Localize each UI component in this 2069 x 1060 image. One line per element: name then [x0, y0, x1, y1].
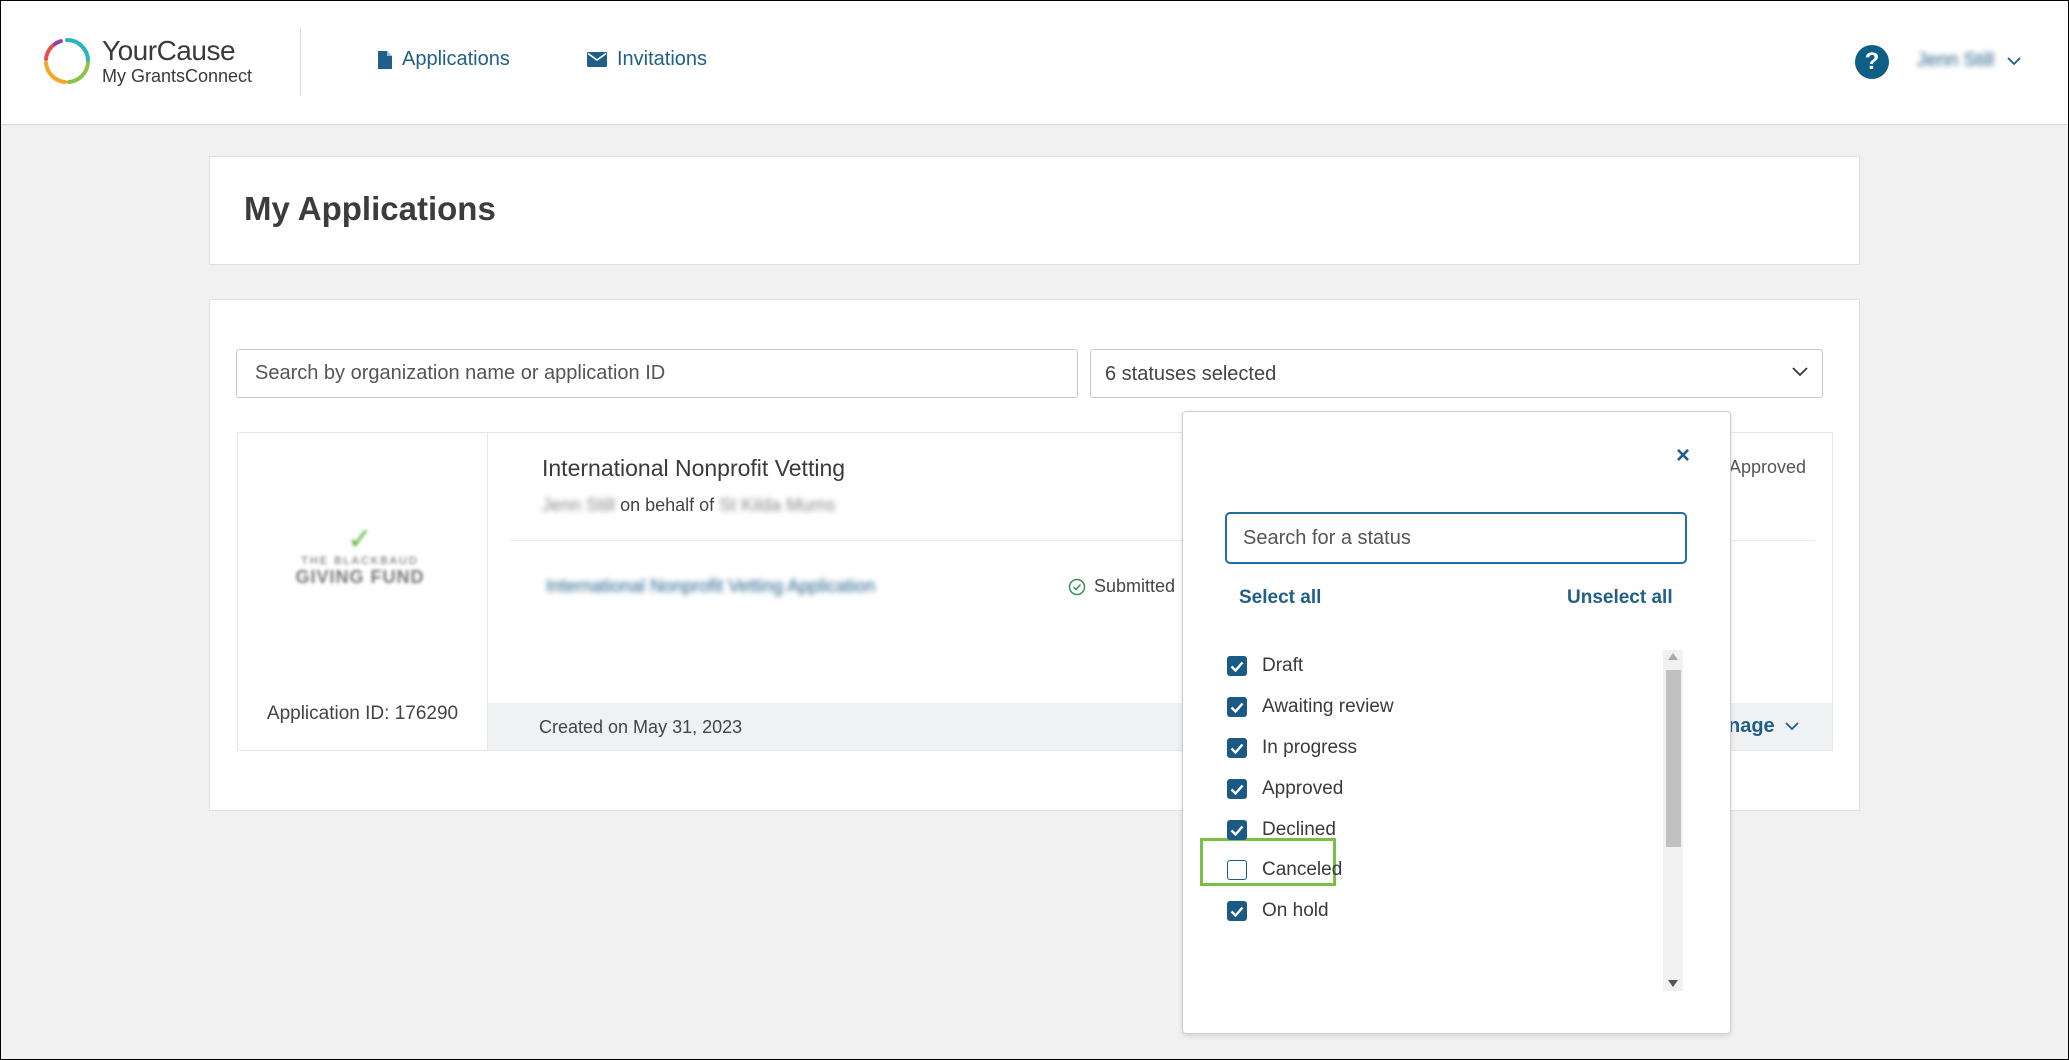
status-dropdown-panel: × Select all Unselect all Draft Awaiting… [1182, 411, 1731, 1034]
header-divider [300, 28, 301, 96]
application-id: Application ID: 176290 [266, 703, 459, 724]
application-status: Approved [1729, 457, 1807, 477]
chevron-down-icon[interactable] [2007, 57, 2021, 66]
select-all-button[interactable]: Select all [1239, 587, 1321, 609]
manage-menu-button[interactable]: nage [1728, 715, 1799, 738]
status-option-label: Canceled [1262, 859, 1343, 880]
page-title: My Applications [244, 190, 496, 227]
checkbox-checked[interactable] [1227, 779, 1247, 799]
checkmark-icon [1230, 661, 1244, 672]
program-title: International Nonprofit Vetting [542, 455, 846, 481]
created-date: Created on May 31, 2023 [539, 717, 743, 737]
status-filter-select[interactable]: 6 statuses selected [1090, 349, 1823, 398]
status-option-label: Declined [1262, 819, 1336, 840]
checkmark-icon [1230, 743, 1244, 754]
unselect-all-button[interactable]: Unselect all [1567, 587, 1673, 609]
status-option-declined[interactable]: Declined [1227, 819, 1336, 841]
chevron-down-icon [1792, 367, 1808, 377]
checkbox-checked[interactable] [1227, 820, 1247, 840]
help-icon[interactable]: ? [1855, 45, 1889, 79]
nav-invitations[interactable]: Invitations [587, 48, 707, 71]
yourcause-logo-icon [44, 38, 90, 84]
status-option-label: On hold [1262, 900, 1329, 921]
chevron-down-icon [1785, 722, 1799, 731]
applicant-line: Jenn Still on behalf of St Kilda Mums [542, 495, 835, 516]
status-option-awaiting-review[interactable]: Awaiting review [1227, 696, 1394, 718]
form-status: Submitted [1068, 576, 1175, 597]
manage-label: nage [1728, 715, 1775, 737]
status-option-label: Awaiting review [1262, 696, 1394, 717]
yourcause-logo[interactable]: YourCause My GrantsConnect [42, 36, 252, 86]
fund-logo-cell: ✓ THE BLACKBAUD GIVING FUND Application … [238, 433, 488, 750]
application-form-link[interactable]: International Nonprofit Vetting Applicat… [546, 576, 875, 597]
fund-logo-big-text: GIVING FUND [295, 567, 425, 587]
user-menu-name[interactable]: Jenn Still [1917, 50, 1994, 72]
status-option-label: Approved [1262, 778, 1344, 799]
scroll-up-arrow-icon[interactable] [1668, 653, 1678, 660]
status-list-scrollbar[interactable] [1663, 650, 1683, 991]
logo-subtitle: My GrantsConnect [102, 66, 253, 86]
applicant-name: Jenn Still [542, 495, 616, 515]
checkmark-icon: ✓ [347, 523, 373, 556]
nav-applications-label: Applications [402, 48, 510, 70]
checkmark-icon [1230, 784, 1244, 795]
organization-name: St Kilda Mums [719, 495, 836, 515]
status-option-on-hold[interactable]: On hold [1227, 900, 1329, 922]
giving-fund-logo: ✓ THE BLACKBAUD GIVING FUND [290, 525, 430, 588]
status-option-approved[interactable]: Approved [1227, 778, 1343, 800]
logo-title: YourCause [102, 35, 236, 66]
document-icon [378, 50, 392, 69]
checkbox-checked[interactable] [1227, 697, 1247, 717]
checkbox-checked[interactable] [1227, 738, 1247, 758]
status-option-label: In progress [1262, 737, 1358, 758]
checkmark-icon [1230, 825, 1244, 836]
status-option-in-progress[interactable]: In progress [1227, 737, 1357, 759]
checkbox-checked[interactable] [1227, 656, 1247, 676]
nav-invitations-label: Invitations [617, 48, 708, 70]
status-option-draft[interactable]: Draft [1227, 655, 1303, 677]
nav-applications[interactable]: Applications [378, 48, 510, 71]
checkbox-unchecked[interactable] [1227, 860, 1247, 880]
page-title-card: My Applications [209, 156, 1860, 265]
top-header: YourCause My GrantsConnect Applications … [0, 0, 2069, 125]
on-behalf-text: on behalf of [620, 495, 715, 515]
envelope-icon [587, 52, 607, 67]
scrollbar-thumb[interactable] [1666, 670, 1681, 847]
close-icon[interactable]: × [1671, 444, 1695, 468]
status-option-canceled[interactable]: Canceled [1227, 859, 1342, 881]
status-search-input[interactable] [1225, 512, 1687, 564]
checkbox-checked[interactable] [1227, 901, 1247, 921]
status-option-label: Draft [1262, 655, 1304, 676]
checkmark-icon [1230, 702, 1244, 713]
scroll-down-arrow-icon[interactable] [1668, 980, 1678, 987]
form-status-label: Submitted [1094, 576, 1176, 596]
application-search-input[interactable] [236, 349, 1078, 398]
status-filter-summary: 6 statuses selected [1105, 363, 1277, 385]
checkmark-icon [1230, 906, 1244, 917]
check-circle-icon [1068, 578, 1086, 595]
fund-logo-small-text: THE BLACKBAUD [301, 555, 419, 567]
